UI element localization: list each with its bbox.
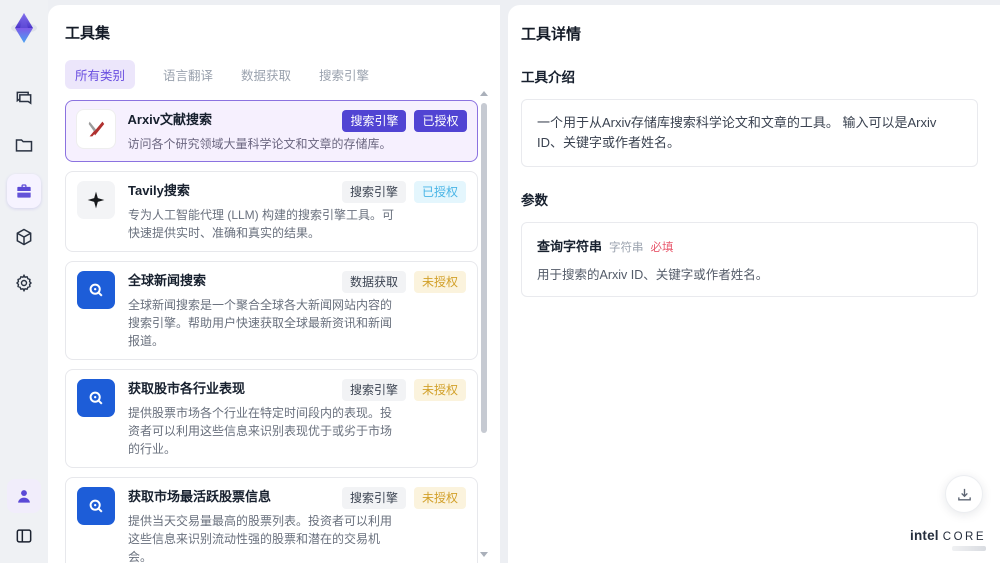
category-chip: 搜索引擎 bbox=[341, 379, 406, 401]
tool-card-global-news[interactable]: 全球新闻搜索 数据获取 未授权 全球新闻搜索是一个聚合全球各大新闻网站内容的搜索… bbox=[65, 261, 478, 360]
scrollbar-thumb[interactable] bbox=[481, 103, 487, 433]
toolset-panel: 工具集 所有类别 语言翻译 数据获取 搜索引擎 Arxiv文献搜索 搜索引擎 已… bbox=[48, 5, 500, 563]
tool-description: 访问各个研究领域大量科学论文和文章的存储库。 bbox=[127, 136, 392, 151]
auth-status-chip: 未授权 bbox=[413, 271, 466, 293]
arxiv-x-icon bbox=[76, 109, 115, 148]
tool-name: 全球新闻搜索 bbox=[128, 273, 207, 288]
parameter-box: 查询字符串 字符串 必填 用于搜索的Arxiv ID、关键字或作者姓名。 bbox=[521, 222, 978, 298]
blue-search-icon bbox=[77, 271, 115, 309]
list-scrollbar[interactable] bbox=[480, 91, 488, 557]
tool-name: 获取市场最活跃股票信息 bbox=[128, 489, 272, 504]
intro-box: 一个用于从Arxiv存储库搜索科学论文和文章的工具。 输入可以是Arxiv ID… bbox=[521, 99, 978, 168]
tool-card-stock-sectors[interactable]: 获取股市各行业表现 搜索引擎 未授权 提供股票市场各个行业在特定时间段内的表现。… bbox=[65, 369, 478, 468]
tool-description: 专为人工智能代理 (LLM) 构建的搜索引擎工具。可快速提供实时、准确和真实的结… bbox=[128, 208, 395, 240]
intro-text: 一个用于从Arxiv存储库搜索科学论文和文章的工具。 输入可以是Arxiv ID… bbox=[537, 115, 937, 151]
ultra-badge-bar bbox=[952, 546, 986, 551]
tool-description: 提供当天交易量最高的股票列表。投资者可以利用这些信息来识别流动性强的股票和潜在的… bbox=[128, 514, 393, 563]
intel-wordmark: intel bbox=[910, 528, 939, 543]
folder-icon[interactable] bbox=[7, 128, 41, 162]
tool-name: Tavily搜索 bbox=[128, 183, 190, 198]
chat-icon[interactable] bbox=[7, 82, 41, 116]
category-tabs: 所有类别 语言翻译 数据获取 搜索引擎 bbox=[65, 60, 500, 89]
blue-search-icon bbox=[77, 487, 115, 525]
category-chip: 数据获取 bbox=[341, 271, 406, 293]
sidebar bbox=[0, 0, 48, 563]
auth-status-chip: 已授权 bbox=[414, 109, 467, 132]
intro-heading: 工具介绍 bbox=[521, 70, 575, 85]
scroll-down-arrow-icon[interactable] bbox=[480, 552, 488, 557]
tool-card-arxiv[interactable]: Arxiv文献搜索 搜索引擎 已授权 访问各个研究领域大量科学论文和文章的存储库… bbox=[65, 100, 478, 162]
auth-status-chip: 已授权 bbox=[413, 181, 466, 203]
tool-card-tavily[interactable]: Tavily搜索 搜索引擎 已授权 专为人工智能代理 (LLM) 构建的搜索引擎… bbox=[65, 171, 478, 252]
intel-core-logo: intel core bbox=[910, 528, 986, 551]
category-chip: 搜索引擎 bbox=[341, 181, 406, 203]
auth-status-chip: 未授权 bbox=[413, 487, 466, 509]
parameter-type: 字符串 bbox=[609, 242, 644, 255]
tool-list: Arxiv文献搜索 搜索引擎 已授权 访问各个研究领域大量科学论文和文章的存储库… bbox=[65, 100, 478, 563]
parameter-description: 用于搜索的Arxiv ID、关键字或作者姓名。 bbox=[537, 268, 769, 283]
tab-data-fetching[interactable]: 数据获取 bbox=[241, 60, 291, 89]
tab-all-categories[interactable]: 所有类别 bbox=[65, 60, 136, 89]
details-title: 工具详情 bbox=[521, 26, 582, 43]
settings-icon[interactable] bbox=[7, 266, 41, 300]
tool-card-active-stocks[interactable]: 获取市场最活跃股票信息 搜索引擎 未授权 提供当天交易量最高的股票列表。投资者可… bbox=[65, 477, 478, 563]
cube-icon[interactable] bbox=[7, 220, 41, 254]
parameter-required-badge: 必填 bbox=[650, 242, 674, 255]
tavily-star-icon bbox=[77, 181, 115, 219]
tab-language-translation[interactable]: 语言翻译 bbox=[163, 60, 213, 89]
blue-search-icon bbox=[77, 379, 115, 417]
download-icon bbox=[957, 488, 971, 500]
category-chip: 搜索引擎 bbox=[341, 487, 406, 509]
scroll-up-arrow-icon[interactable] bbox=[480, 91, 488, 96]
tool-description: 提供股票市场各个行业在特定时间段内的表现。投资者可以利用这些信息来识别表现优于或… bbox=[128, 406, 393, 456]
tab-search-engine[interactable]: 搜索引擎 bbox=[319, 60, 369, 89]
toolbox-icon[interactable] bbox=[7, 174, 41, 208]
tool-name: Arxiv文献搜索 bbox=[127, 111, 213, 127]
tool-description: 全球新闻搜索是一个聚合全球各大新闻网站内容的搜索引擎。帮助用户快速获取全球最新资… bbox=[128, 298, 393, 348]
collapse-panel-icon[interactable] bbox=[7, 519, 41, 553]
auth-status-chip: 未授权 bbox=[413, 379, 466, 401]
parameter-name: 查询字符串 bbox=[537, 239, 603, 255]
params-heading: 参数 bbox=[521, 193, 548, 209]
category-chip: 搜索引擎 bbox=[342, 109, 407, 132]
tool-name: 获取股市各行业表现 bbox=[128, 381, 246, 396]
page-title: 工具集 bbox=[65, 25, 111, 42]
app-logo gem-logo-icon bbox=[5, 8, 43, 48]
tool-details-panel: 工具详情 工具介绍 一个用于从Arxiv存储库搜索科学论文和文章的工具。 输入可… bbox=[508, 5, 1000, 563]
download-button[interactable] bbox=[945, 475, 983, 513]
user-icon[interactable] bbox=[7, 479, 41, 513]
core-wordmark: core bbox=[942, 531, 986, 543]
